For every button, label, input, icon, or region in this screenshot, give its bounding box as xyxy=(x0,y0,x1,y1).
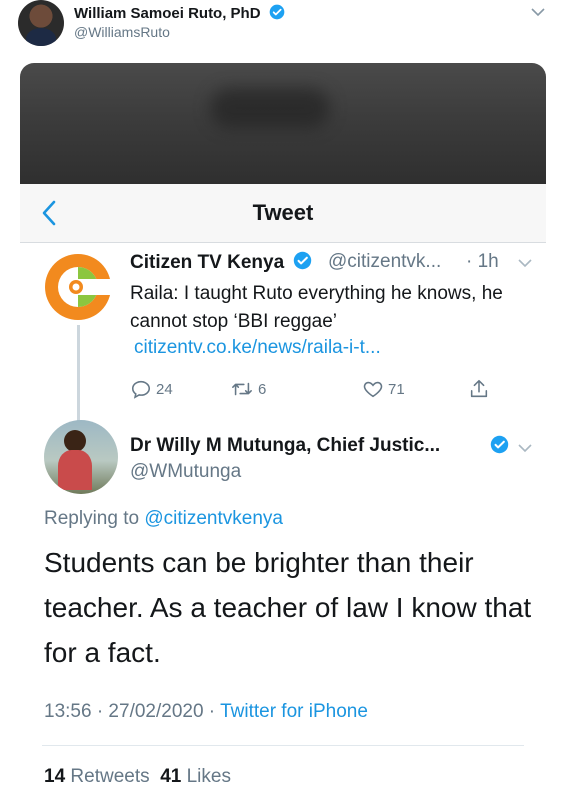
replying-to-label: Replying to xyxy=(44,508,140,529)
blurred-status-area xyxy=(20,63,546,184)
quoted-author-handle[interactable]: @citizentvk... xyxy=(328,251,441,273)
thread-connector-line xyxy=(77,325,80,435)
author-name[interactable]: William Samoei Ruto, PhD xyxy=(74,4,285,22)
replying-to-line: Replying to @citizentvkenya xyxy=(44,508,283,530)
tweet-meta: 13:56 · 27/02/2020 · Twitter for iPhone xyxy=(44,701,368,723)
reply-icon xyxy=(131,380,151,399)
like-total: 41 xyxy=(160,766,182,787)
tweet-body-text: Students can be brighter than their teac… xyxy=(44,547,532,668)
outer-tweet-header: William Samoei Ruto, PhD @WilliamsRuto xyxy=(0,0,564,58)
retweet-button[interactable]: 6 xyxy=(230,376,266,402)
divider xyxy=(42,745,524,746)
citizen-tv-logo-icon[interactable] xyxy=(44,253,112,321)
chevron-down-icon[interactable] xyxy=(518,443,532,453)
reply-author-handle[interactable]: @WMutunga xyxy=(130,461,241,483)
page-title: Tweet xyxy=(252,200,314,225)
author-handle[interactable]: @WilliamsRuto xyxy=(74,24,170,40)
share-icon xyxy=(470,379,488,398)
verified-badge-icon xyxy=(490,435,509,454)
quoted-tweet-text: Raila: I taught Ruto everything he knows… xyxy=(130,283,503,332)
avatar[interactable] xyxy=(18,0,64,46)
reply-author-avatar[interactable] xyxy=(44,420,118,494)
reply-count: 24 xyxy=(156,380,173,398)
tweet-actions: 24 6 71 xyxy=(130,376,530,402)
author-name-text[interactable]: William Samoei Ruto, PhD xyxy=(74,5,261,22)
nav-bar: Tweet xyxy=(20,184,546,243)
heart-icon xyxy=(363,381,383,398)
likes-stat[interactable]: 41 Likes xyxy=(160,766,231,787)
retweets-stat[interactable]: 14 Retweets xyxy=(44,766,150,787)
quoted-tweet-link[interactable]: citizentv.co.ke/news/raila-i-t... xyxy=(134,337,381,359)
retweet-total: 14 xyxy=(44,766,66,787)
tweet-source-link[interactable]: Twitter for iPhone xyxy=(220,701,368,722)
reply-button[interactable]: 24 xyxy=(130,376,173,402)
quoted-tweet[interactable]: Citizen TV Kenya @citizentvk... · 1h Rai… xyxy=(20,243,546,435)
tweet-timestamp: 13:56 · 27/02/2020 · xyxy=(44,701,216,722)
retweets-label: Retweets xyxy=(70,766,150,787)
likes-label: Likes xyxy=(186,766,231,787)
like-count: 71 xyxy=(388,380,405,398)
quoted-author-name[interactable]: Citizen TV Kenya xyxy=(130,251,312,274)
tweet-screenshot-image: Tweet Citizen TV Kenya @citizentvk... · … xyxy=(20,63,546,800)
replying-to-handle-link[interactable]: @citizentvkenya xyxy=(144,508,283,529)
retweet-count: 6 xyxy=(258,380,267,398)
chevron-down-icon[interactable] xyxy=(518,258,532,268)
quoted-author-name-text[interactable]: Citizen TV Kenya xyxy=(130,252,284,273)
share-button[interactable] xyxy=(468,376,494,402)
quoted-timestamp: · 1h xyxy=(466,251,499,272)
chevron-down-icon[interactable] xyxy=(530,6,546,18)
retweet-icon xyxy=(232,382,252,396)
verified-badge-icon xyxy=(269,4,285,20)
verified-badge-icon xyxy=(294,251,312,270)
like-button[interactable]: 71 xyxy=(362,376,405,402)
engagement-stats: 14 Retweets 41 Likes xyxy=(44,766,231,788)
reply-author-name[interactable]: Dr Willy M Mutunga, Chief Justic... xyxy=(130,435,440,457)
